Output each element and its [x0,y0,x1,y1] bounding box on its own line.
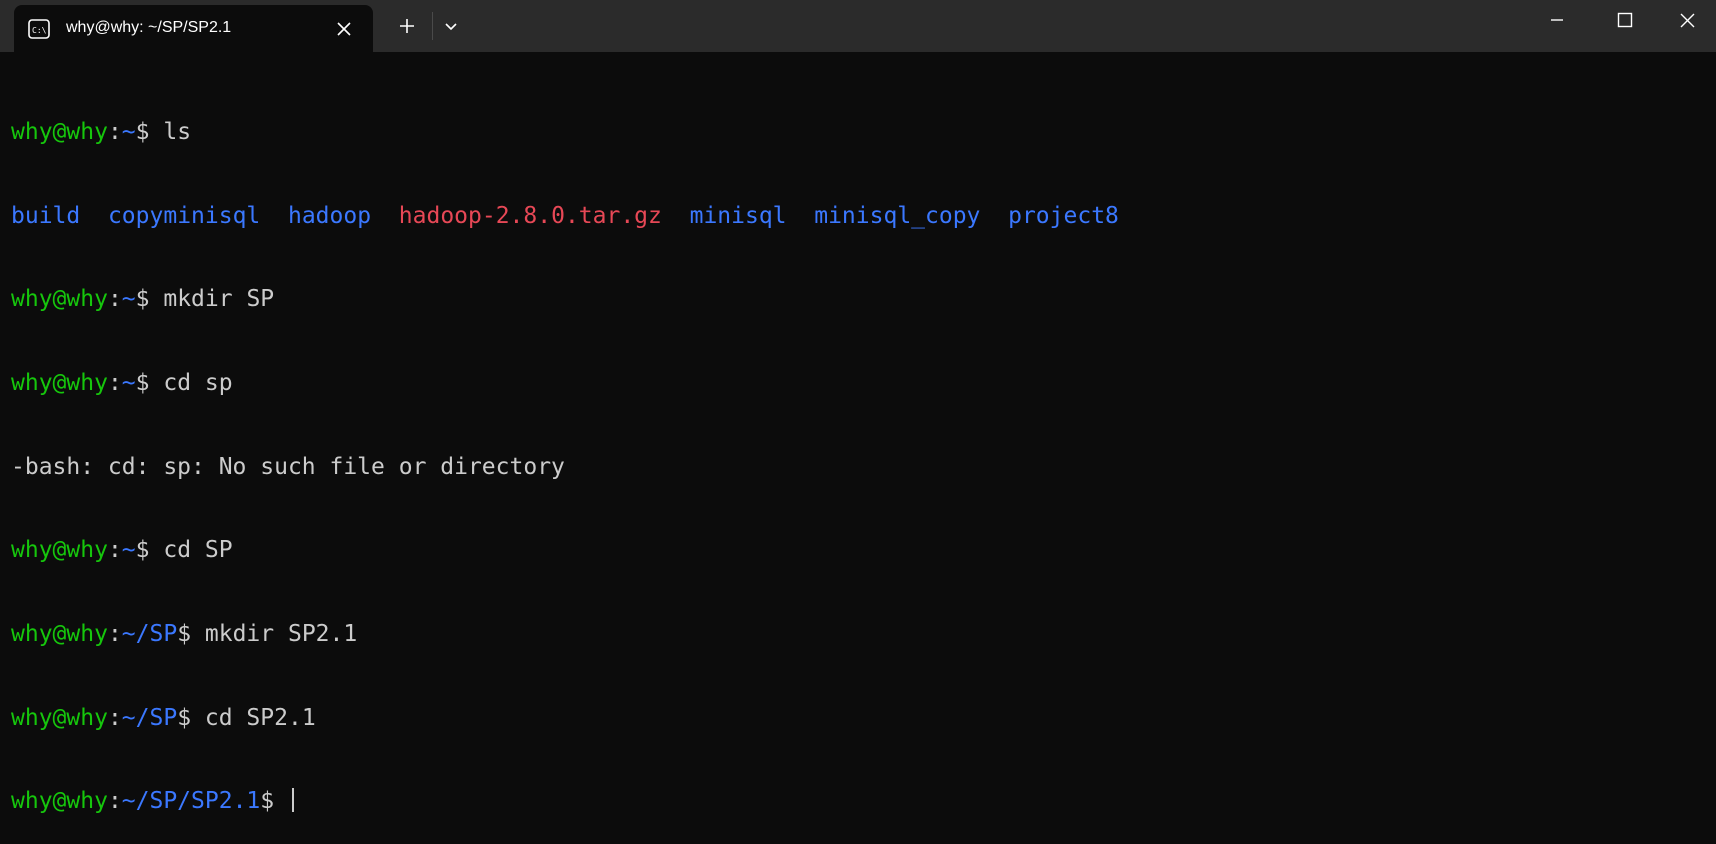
plus-icon[interactable] [393,12,421,40]
prompt-segment: ~ [121,369,136,396]
prompt-segment: : [107,537,122,564]
text-cursor [291,788,294,813]
file-hadoop-archive: hadoop-2.8.0.tar.gz [398,202,662,229]
prompt-segment: : [107,369,122,396]
prompt-segment: $ [135,537,164,564]
prompt-segment: ls [163,118,192,145]
title-bar: C:\ why@why: ~/SP/SP2.1 [0,0,1716,52]
current-prompt[interactable]: why@why:~/SP/SP2.1$ [11,788,1701,816]
terminal-output[interactable]: why@why:~$ ls build copyminisql hadoop h… [11,63,1701,815]
prompt-segment: $ [135,369,164,396]
prompt-segment: why@why [11,286,108,313]
prompt-segment: $ [135,118,164,145]
dir-project8: project8 [1008,202,1119,229]
dir-hadoop: hadoop [287,202,372,229]
error-message: -bash: cd: sp: No such file or directory [11,454,1701,482]
prompt-segment: : [107,621,122,648]
prompt-segment: -bash: cd: sp: No such file or directory [11,453,565,480]
prompt-segment: why@why [11,621,108,648]
prompt-segment: why@why [11,704,108,731]
prompt-segment: $ [177,704,205,731]
tab-separator [432,12,433,40]
terminal-icon: C:\ [28,19,50,39]
terminal-line: why@why:~/SP$ mkdir SP2.1 [11,621,1701,649]
prompt-segment: why@why [11,537,108,564]
prompt-segment: why@why [11,118,108,145]
prompt-segment: $ [177,621,205,648]
dir-build: build [11,202,81,229]
dir-minisql-copy: minisql_copy [814,202,981,229]
prompt-segment: : [107,286,122,313]
chevron-down-icon[interactable] [437,12,465,40]
terminal-line: why@why:~/SP$ cd SP2.1 [11,705,1701,733]
dir-minisql: minisql [689,202,787,229]
tab-terminal[interactable]: C:\ why@why: ~/SP/SP2.1 [14,5,373,52]
prompt-segment: why@why [11,369,108,396]
dir-copyminisql: copyminisql [107,202,261,229]
prompt-segment: ~ [121,537,136,564]
terminal-line: why@why:~$ cd sp [11,370,1701,398]
prompt-segment: ~ [121,286,136,313]
terminal-line: why@why:~$ cd SP [11,537,1701,565]
tab-title: why@why: ~/SP/SP2.1 [66,19,232,36]
prompt-segment: ~/SP [121,704,178,731]
minimize-icon[interactable] [1523,0,1591,46]
prompt-segment: : [107,704,122,731]
terminal-line: why@why:~$ ls [11,119,1701,147]
svg-text:C:\: C:\ [32,26,47,35]
prompt-segment: cd SP2.1 [204,704,316,731]
close-tab-icon[interactable] [333,18,355,40]
ls-output: build copyminisql hadoop hadoop-2.8.0.ta… [11,203,1701,231]
prompt-segment: : [107,788,122,815]
prompt-segment: cd SP [163,537,233,564]
close-icon[interactable] [1659,0,1716,46]
terminal-line: why@why:~$ mkdir SP [11,286,1701,314]
prompt-segment: : [107,118,122,145]
prompt-segment: cd sp [163,369,233,396]
prompt-segment: $ [135,286,164,313]
prompt-segment: ~/SP/SP2.1 [121,788,261,815]
prompt-segment: ~/SP [121,621,178,648]
prompt-segment: ~ [121,118,136,145]
prompt-segment: mkdir SP [163,286,275,313]
maximize-icon[interactable] [1591,0,1659,46]
prompt-segment: $ [260,788,288,815]
prompt-segment: mkdir SP2.1 [204,621,358,648]
prompt-segment: why@why [11,788,108,815]
